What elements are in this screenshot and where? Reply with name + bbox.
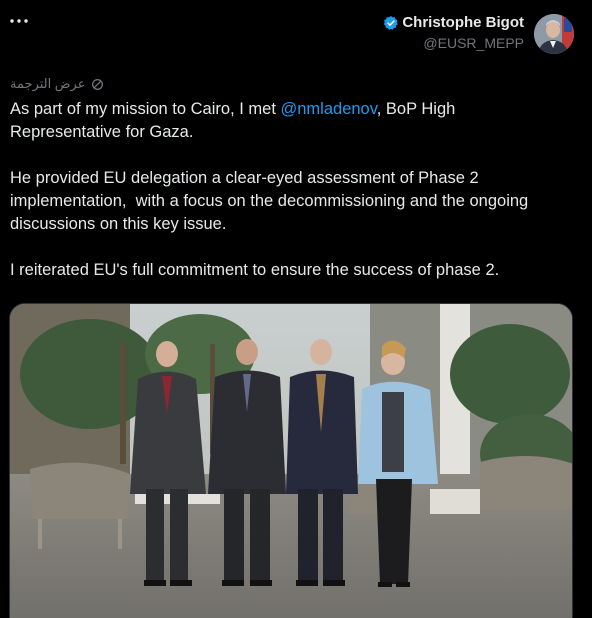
avatar[interactable] (534, 14, 574, 54)
mention-link[interactable]: @nmladenov (281, 100, 377, 118)
author-name[interactable]: Christophe Bigot (402, 14, 524, 31)
show-translation-label: عرض الترجمة (10, 76, 86, 91)
more-horizontal-icon (10, 19, 28, 23)
author-name-row[interactable]: Christophe Bigot (383, 14, 524, 31)
translate-icon (92, 78, 104, 90)
author-block[interactable]: Christophe Bigot @EUSR_MEPP (383, 14, 574, 54)
photo-image (10, 304, 572, 618)
tweet-text: As part of my mission to Cairo, I met @n… (10, 98, 570, 282)
tweet-text-paragraph-2: He provided EU delegation a clear-eyed a… (10, 169, 533, 233)
author-text: Christophe Bigot @EUSR_MEPP (383, 14, 524, 51)
verified-badge-icon (384, 15, 399, 30)
show-translation-link[interactable]: عرض الترجمة (10, 76, 104, 92)
avatar-image (534, 14, 574, 54)
author-handle[interactable]: @EUSR_MEPP (383, 35, 524, 51)
tweet-text-paragraph-3: I reiterated EU's full commitment to ens… (10, 261, 500, 279)
tweet-card: Christophe Bigot @EUSR_MEPP عرض الترجمة … (0, 0, 592, 618)
more-options-button[interactable] (8, 14, 30, 28)
tweet-photo[interactable] (9, 303, 573, 618)
tweet-text-line1-before: As part of my mission to Cairo, I met (10, 100, 281, 118)
